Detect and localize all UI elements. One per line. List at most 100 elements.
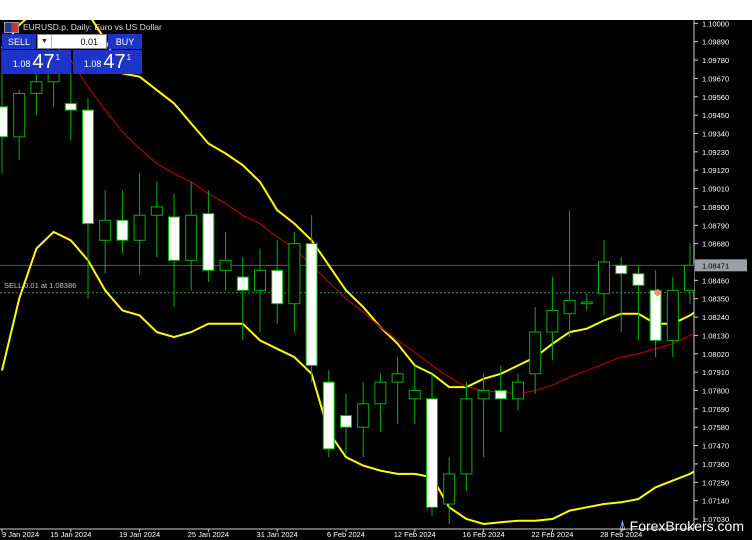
candle-body xyxy=(666,289,679,341)
y-tick-label: 1.09340 xyxy=(702,129,729,138)
x-tick-label: 31 Jan 2024 xyxy=(257,530,298,539)
candle-body xyxy=(133,214,146,241)
lot-size-value[interactable]: 0.01 xyxy=(52,37,106,47)
candle-body xyxy=(632,273,645,286)
candle-body xyxy=(374,381,387,405)
candle-body xyxy=(563,299,576,315)
buy-price-fraction: 1 xyxy=(126,53,132,62)
candle-body xyxy=(357,403,370,428)
candle-body xyxy=(512,381,524,400)
y-tick-label: 1.09780 xyxy=(702,56,729,65)
y-tick-label: 1.08900 xyxy=(702,203,729,212)
candle-body xyxy=(168,216,180,261)
candle-body xyxy=(64,102,77,111)
y-tick-label: 1.07140 xyxy=(702,497,729,506)
candle-body xyxy=(684,264,694,291)
candle-body xyxy=(271,269,284,305)
candle-body xyxy=(0,106,8,138)
candle-body xyxy=(288,243,301,305)
candle-body xyxy=(598,261,610,295)
y-tick-label: 1.07580 xyxy=(702,423,729,432)
sell-price-button[interactable]: 1.08 47 1 xyxy=(2,50,71,74)
x-tick-label: 19 Jan 2024 xyxy=(119,530,160,539)
candle-body xyxy=(116,219,129,241)
x-tick-label: 6 Feb 2024 xyxy=(327,530,365,539)
x-tick-label: 15 Jan 2024 xyxy=(50,530,91,539)
candle-body xyxy=(322,381,335,450)
candle-body xyxy=(615,264,628,275)
candle-body xyxy=(185,214,198,261)
sell-price-prefix: 1.08 xyxy=(12,59,31,69)
x-tick-label: 9 Jan 2024 xyxy=(2,530,39,539)
sell-price-pips: 47 xyxy=(32,51,55,73)
y-tick-label: 1.08790 xyxy=(702,221,729,230)
order-line-label[interactable]: SELL 0.01 at 1.08386 xyxy=(4,281,76,290)
one-click-trading-panel: SELL ▼ 0.01 BUY 1.08 47 1 1.08 47 1 xyxy=(2,34,142,74)
y-tick-label: 1.08460 xyxy=(702,276,729,285)
buy-price-button[interactable]: 1.08 47 1 xyxy=(73,50,142,74)
y-tick-label: 1.07250 xyxy=(702,478,729,487)
candle-body xyxy=(649,289,662,341)
x-tick-label: 25 Jan 2024 xyxy=(188,530,229,539)
candle-body xyxy=(546,309,559,333)
candle-body xyxy=(494,389,507,400)
candle-body xyxy=(426,398,438,508)
y-tick-label: 1.07360 xyxy=(702,460,729,469)
candle-body xyxy=(340,415,352,428)
candle-body xyxy=(99,219,112,241)
top-bar xyxy=(0,0,752,20)
candle-body xyxy=(580,301,593,305)
y-tick-label: 1.07800 xyxy=(702,386,729,395)
y-tick-label: 1.08350 xyxy=(702,295,729,304)
watermark-text: ForexBrokers.com xyxy=(629,517,744,534)
y-tick-label: 1.09890 xyxy=(702,38,729,47)
candle-body xyxy=(202,213,215,271)
chart-logo-icon: ⍋ xyxy=(618,517,627,533)
watermark: ⍋ ForexBrokers.com xyxy=(618,517,744,534)
plot-area[interactable] xyxy=(0,20,694,529)
candle-body xyxy=(254,269,266,291)
y-tick-label: 1.08130 xyxy=(702,331,729,340)
candle-body xyxy=(82,109,94,225)
y-tick-label: 1.09670 xyxy=(702,74,729,83)
y-tick-label: 1.07910 xyxy=(702,368,729,377)
x-tick-label: 22 Feb 2024 xyxy=(531,530,573,539)
y-tick-label: 1.09230 xyxy=(702,148,729,157)
y-tick-label: 1.08240 xyxy=(702,313,729,322)
buy-price-prefix: 1.08 xyxy=(83,59,102,69)
candle-body xyxy=(305,243,318,366)
candle-body xyxy=(13,92,26,138)
y-tick-label: 1.08020 xyxy=(702,350,729,359)
candle-body xyxy=(443,473,456,505)
sell-button[interactable]: SELL xyxy=(2,34,36,49)
y-tick-label: 1.07470 xyxy=(702,442,729,451)
candle-body xyxy=(408,389,421,400)
candle-body xyxy=(391,373,404,383)
chart-header: EURUSD.p, Daily: Euro vs US Dollar xyxy=(4,20,162,34)
price-chart[interactable]: 1.10000 1.09890 1.09780 1.09670 1.09560 1.094… xyxy=(0,0,752,540)
y-tick-label: 1.10000 xyxy=(702,19,729,28)
sell-price-fraction: 1 xyxy=(55,53,61,62)
current-price-tag-label: 1.08471 xyxy=(702,261,729,270)
buy-button[interactable]: BUY xyxy=(108,34,142,49)
candle-body xyxy=(30,81,43,94)
flag-icon xyxy=(4,21,19,33)
candle-body xyxy=(529,331,542,375)
x-tick-label: 12 Feb 2024 xyxy=(394,530,436,539)
y-tick-label: 1.08680 xyxy=(702,240,729,249)
y-tick-label: 1.09560 xyxy=(702,93,729,102)
lot-size-input[interactable]: ▼ 0.01 xyxy=(37,34,107,49)
candle-body xyxy=(150,206,163,216)
y-tick-label: 1.09120 xyxy=(702,166,729,175)
candle-body xyxy=(460,398,473,475)
chevron-down-icon[interactable]: ▼ xyxy=(38,35,52,48)
y-tick-label: 1.09450 xyxy=(702,111,729,120)
candle-body xyxy=(219,259,232,271)
y-tick-label: 1.07690 xyxy=(702,405,729,414)
candle-body xyxy=(236,276,249,291)
buy-price-pips: 47 xyxy=(103,51,126,73)
candle-body xyxy=(477,389,490,400)
symbol-title: EURUSD.p, Daily: Euro vs US Dollar xyxy=(23,22,162,32)
y-tick-label: 1.09010 xyxy=(702,185,729,194)
x-tick-label: 16 Feb 2024 xyxy=(463,530,505,539)
